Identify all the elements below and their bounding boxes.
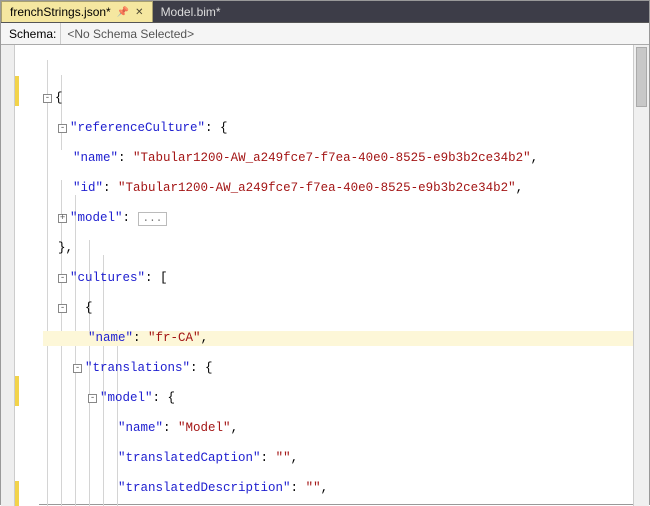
fold-toggle[interactable]: -: [58, 124, 67, 133]
tab-label: Model.bim*: [161, 5, 221, 19]
fold-toggle[interactable]: -: [58, 274, 67, 283]
gutter: [15, 45, 39, 506]
tab-frenchstrings[interactable]: frenchStrings.json* 📌 ✕: [1, 1, 153, 22]
editor: -{ -"referenceCulture": { "name": "Tabul…: [1, 45, 649, 506]
tab-label: frenchStrings.json*: [10, 5, 111, 19]
tab-model-bim[interactable]: Model.bim*: [153, 1, 229, 22]
pin-icon[interactable]: 📌: [117, 7, 129, 18]
fold-toggle[interactable]: -: [88, 394, 97, 403]
schema-value[interactable]: <No Schema Selected>: [60, 23, 649, 44]
code-area[interactable]: -{ -"referenceCulture": { "name": "Tabul…: [39, 45, 633, 506]
change-marker: [15, 481, 19, 506]
close-icon[interactable]: ✕: [135, 7, 143, 18]
fold-toggle[interactable]: -: [43, 94, 52, 103]
scrollbar-thumb[interactable]: [636, 47, 647, 107]
schema-bar: Schema: <No Schema Selected>: [1, 23, 649, 45]
tab-bar: frenchStrings.json* 📌 ✕ Model.bim*: [1, 1, 649, 23]
vertical-scrollbar[interactable]: [633, 45, 649, 506]
collapsed-region[interactable]: ...: [138, 212, 168, 226]
fold-toggle[interactable]: +: [58, 214, 67, 223]
change-marker: [15, 76, 19, 106]
breadcrumb-margin: [1, 45, 15, 506]
fold-toggle[interactable]: -: [73, 364, 82, 373]
change-marker: [15, 376, 19, 406]
schema-label: Schema:: [1, 27, 60, 41]
fold-toggle[interactable]: -: [58, 304, 67, 313]
